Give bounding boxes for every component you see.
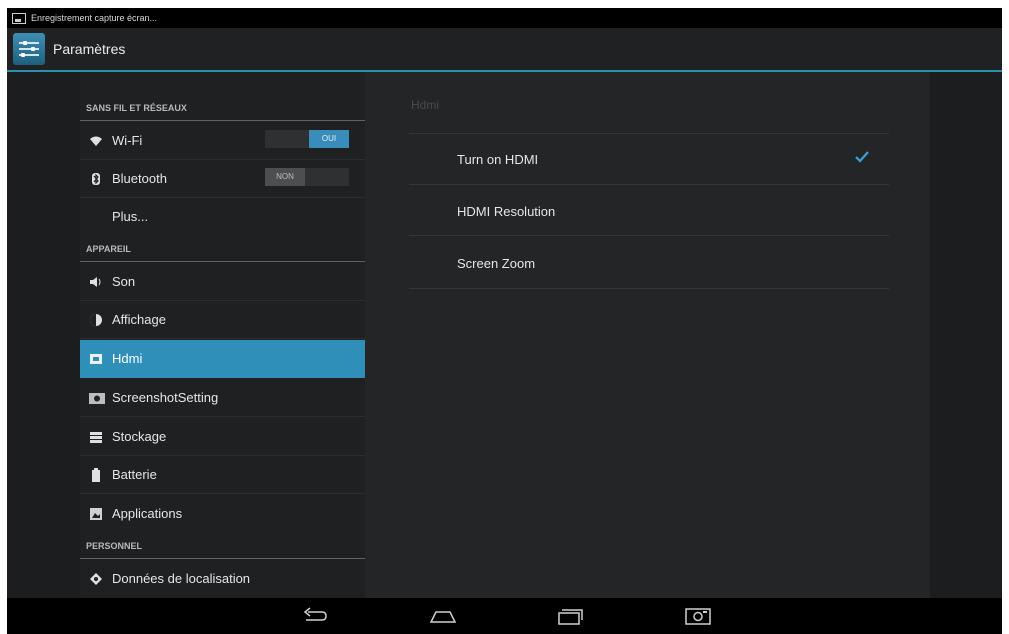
sidebar-item-location[interactable]: Données de localisation — [80, 560, 365, 598]
sidebar-item-storage[interactable]: Stockage — [80, 418, 365, 456]
sidebar-item-label: Wi-Fi — [112, 133, 143, 148]
sidebar-item-label: Bluetooth — [112, 171, 167, 186]
sidebar-item-label: Batterie — [112, 467, 157, 482]
app-title: Paramètres — [53, 41, 126, 57]
main-content: SANS FIL ET RÉSEAUX Wi-Fi OUI Bluetooth … — [7, 72, 1002, 598]
camera-icon — [89, 391, 105, 405]
section-header-device: APPAREIL — [80, 236, 365, 262]
bluetooth-toggle[interactable]: NON — [265, 168, 349, 186]
screen-zoom-row[interactable]: Screen Zoom — [409, 236, 889, 286]
status-notification-text: Enregistrement capture écran... — [31, 13, 158, 23]
volume-icon — [89, 275, 103, 289]
screenshot-notification-icon — [12, 12, 26, 24]
recents-icon[interactable] — [555, 606, 585, 626]
screen-zoom-label: Screen Zoom — [457, 256, 536, 271]
sidebar-item-applications[interactable]: Applications — [80, 495, 365, 533]
sidebar-item-label: Son — [112, 274, 136, 289]
wifi-icon — [89, 134, 103, 148]
checkmark-icon[interactable] — [855, 150, 869, 166]
sidebar-item-sound[interactable]: Son — [80, 263, 365, 301]
sidebar-item-label: Plus... — [112, 209, 149, 224]
wifi-toggle[interactable]: OUI — [265, 130, 349, 148]
sidebar-item-label: Hdmi — [112, 351, 143, 366]
sidebar-item-label: Données de localisation — [112, 571, 251, 586]
turn-on-hdmi-row[interactable]: Turn on HDMI — [409, 134, 889, 184]
sidebar-item-hdmi[interactable]: Hdmi — [80, 340, 365, 378]
sidebar-item-wifi[interactable]: Wi-Fi OUI — [80, 122, 365, 160]
sidebar-item-label: Applications — [112, 506, 183, 521]
hdmi-icon — [89, 352, 103, 366]
action-bar: Paramètres — [7, 28, 1002, 72]
apps-icon — [89, 507, 103, 521]
sidebar-item-display[interactable]: Affichage — [80, 301, 365, 339]
settings-icon[interactable] — [13, 33, 45, 65]
section-header-personal: PERSONNEL — [80, 533, 365, 559]
bluetooth-toggle-label: NON — [265, 168, 305, 186]
back-icon[interactable] — [300, 606, 330, 626]
sidebar-item-screenshot-setting[interactable]: ScreenshotSetting — [80, 379, 365, 417]
settings-sidebar: SANS FIL ET RÉSEAUX Wi-Fi OUI Bluetooth … — [80, 72, 365, 598]
sidebar-item-label: ScreenshotSetting — [112, 390, 219, 405]
wifi-toggle-label: OUI — [309, 130, 349, 148]
home-icon[interactable] — [428, 606, 458, 626]
hdmi-resolution-label: HDMI Resolution — [457, 204, 556, 219]
sidebar-item-label: Stockage — [112, 429, 167, 444]
sidebar-item-more[interactable]: Plus... — [80, 198, 365, 236]
navigation-bar — [7, 598, 1002, 634]
sidebar-item-label: Affichage — [112, 312, 166, 327]
bluetooth-icon — [89, 172, 103, 186]
battery-icon — [89, 468, 103, 482]
screenshot-icon[interactable] — [683, 606, 713, 626]
storage-icon — [89, 430, 103, 444]
turn-on-hdmi-label: Turn on HDMI — [457, 152, 539, 167]
android-screen: Enregistrement capture écran... Paramètr… — [7, 8, 1002, 634]
section-header-wireless: SANS FIL ET RÉSEAUX — [80, 95, 365, 121]
sidebar-item-bluetooth[interactable]: Bluetooth NON — [80, 160, 365, 198]
location-icon — [89, 572, 103, 586]
hdmi-resolution-row[interactable]: HDMI Resolution — [409, 185, 889, 235]
brightness-icon — [89, 313, 103, 327]
divider — [409, 288, 889, 289]
hdmi-detail-pane: Hdmi Turn on HDMI HDMI Resolution Screen… — [365, 72, 930, 598]
sidebar-item-battery[interactable]: Batterie — [80, 456, 365, 494]
detail-title: Hdmi — [411, 98, 440, 112]
status-bar: Enregistrement capture écran... — [7, 8, 1002, 28]
